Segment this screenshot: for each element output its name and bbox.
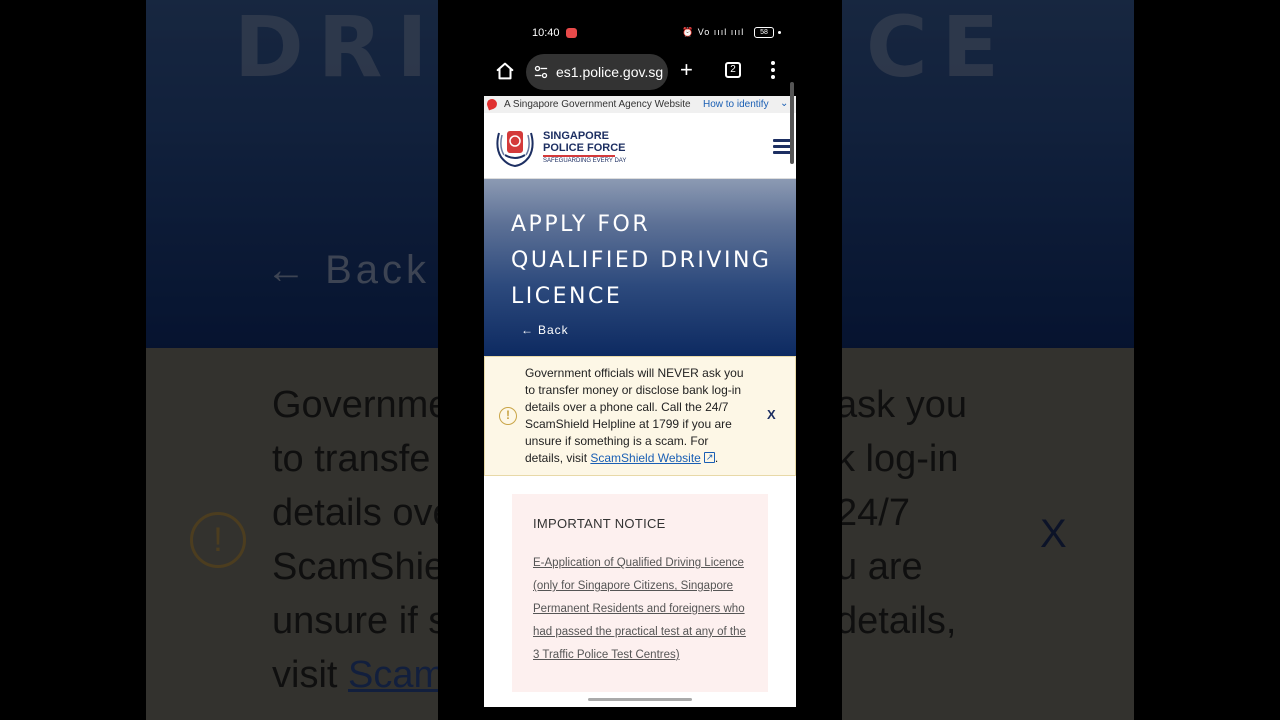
signal-icons: ⏰ Vo ıııl ıııl	[682, 27, 745, 37]
home-icon[interactable]	[494, 60, 516, 82]
status-bar: 10:40 ⏰ Vo ıııl ıııl 58	[438, 22, 842, 46]
page-banner: APPLY FOR QUALIFIED DRIVING LICENCE ← Bac…	[484, 179, 796, 356]
phone-screen: 10:40 ⏰ Vo ıııl ıııl 58 es1.police.gov.s…	[438, 0, 842, 720]
new-tab-icon[interactable]: +	[680, 59, 693, 81]
important-notice-card: IMPORTANT NOTICE E-Application of Qualif…	[512, 494, 768, 692]
address-bar[interactable]: es1.police.gov.sg	[526, 54, 668, 90]
arrow-left-icon: ←	[521, 323, 534, 337]
battery-icon: 58	[754, 27, 774, 38]
chevron-down-icon[interactable]: ⌄	[780, 98, 788, 109]
back-link[interactable]: ← Back	[521, 323, 569, 337]
url-text: es1.police.gov.sg	[556, 64, 664, 80]
brand-line-2: POLICE FORCE	[543, 142, 626, 154]
how-to-identify-link[interactable]: How to identify	[703, 99, 769, 110]
alert-message: Government officials will NEVER ask you …	[525, 365, 749, 467]
lion-head-icon	[485, 97, 499, 111]
page-title: APPLY FOR QUALIFIED DRIVING LICENCE	[511, 212, 772, 309]
brand-tagline: SAFEGUARDING EVERY DAY	[543, 158, 627, 164]
alert-close-button[interactable]: X	[767, 407, 776, 422]
browser-toolbar: es1.police.gov.sg + 2	[438, 52, 842, 92]
screen-record-icon	[566, 28, 577, 38]
back-label: Back	[538, 323, 569, 337]
e-application-link[interactable]: E-Application of Qualified Driving Licen…	[533, 552, 753, 667]
more-menu-icon[interactable]	[770, 59, 776, 81]
notice-title: IMPORTANT NOTICE	[533, 516, 666, 531]
scam-alert-banner: ! Government officials will NEVER ask yo…	[484, 356, 796, 476]
gesture-home-bar[interactable]	[588, 698, 692, 701]
web-page: A Singapore Government Agency Website Ho…	[484, 96, 796, 707]
hamburger-menu-icon[interactable]	[773, 139, 791, 155]
page-scrollbar[interactable]	[790, 82, 794, 164]
brand-divider	[543, 155, 615, 157]
external-link-icon	[703, 449, 715, 466]
notification-dot-icon	[778, 31, 781, 34]
police-crest-logo[interactable]	[493, 125, 537, 167]
brand-line-1: SINGAPORE	[543, 130, 610, 142]
site-settings-icon[interactable]	[534, 65, 548, 79]
scamshield-link[interactable]: ScamShield Website	[590, 451, 701, 465]
gov-masthead: A Singapore Government Agency Website Ho…	[484, 96, 796, 113]
warning-icon: !	[499, 407, 517, 425]
agency-text: A Singapore Government Agency Website	[504, 99, 691, 110]
status-time: 10:40	[532, 27, 560, 39]
site-header: SINGAPORE POLICE FORCE SAFEGUARDING EVER…	[484, 113, 796, 179]
tab-switcher-button[interactable]: 2	[725, 62, 741, 78]
